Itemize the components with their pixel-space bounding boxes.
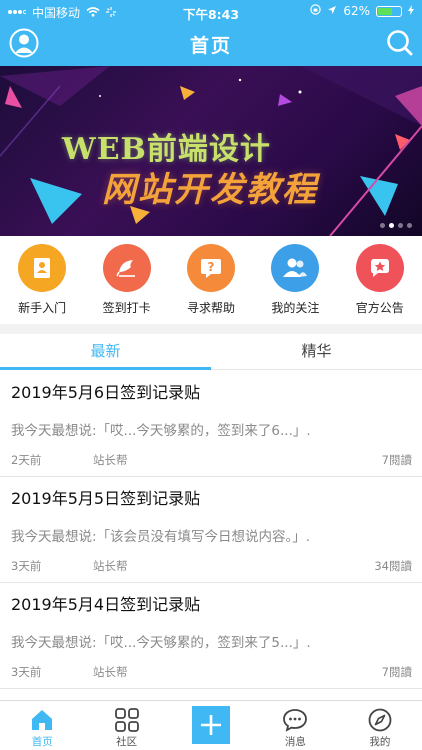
quick-nav-checkin[interactable]: 签到打卡 — [87, 244, 167, 324]
battery-percent: 62% — [343, 4, 370, 18]
post-time: 3天前 — [11, 559, 42, 573]
tabbar-home[interactable]: 首页 — [0, 701, 84, 750]
tab-latest[interactable]: 最新 — [0, 334, 211, 370]
post-title[interactable]: 2019年5月6日签到记录贴 — [11, 379, 412, 403]
tabbar-post[interactable] — [169, 701, 253, 750]
post-author: 站长帮 — [93, 453, 128, 467]
carousel-dot[interactable] — [407, 223, 412, 228]
post-views: 7閱讀 — [381, 665, 412, 679]
people-icon — [271, 244, 320, 292]
quick-nav-announcement[interactable]: 官方公告 — [340, 244, 420, 324]
nav-bar: 首页 — [0, 22, 422, 66]
post-time: 3天前 — [11, 665, 42, 679]
quick-nav-beginner[interactable]: 新手入门 — [2, 244, 82, 324]
svg-text:?: ? — [207, 260, 214, 274]
tabbar-mine[interactable]: 我的 — [338, 701, 422, 750]
tabbar-label: 消息 — [284, 736, 306, 748]
carousel-dot[interactable] — [380, 223, 385, 228]
section-divider — [0, 324, 422, 334]
chat-icon — [283, 709, 308, 732]
carousel-dot[interactable] — [389, 223, 394, 228]
post-excerpt: 我今天最想说:「哎...今天够累的，签到来了5...」. — [11, 635, 311, 651]
lock-rotation-icon — [310, 4, 322, 18]
status-bar: 中国移动 下午8:43 62% — [0, 0, 422, 22]
page-title: 首页 — [189, 35, 232, 57]
carousel-dot[interactable] — [398, 223, 403, 228]
plus-icon[interactable] — [192, 706, 231, 744]
star-icon — [355, 244, 404, 292]
post-item[interactable]: 2019年5月4日签到记录贴 我今天最想说:「哎...今天够累的，签到来了5..… — [0, 583, 422, 689]
banner-carousel[interactable]: WEB前端设计 网站开发教程 — [0, 66, 422, 236]
bottom-tab-bar: 首页 社区 消息 我的 — [0, 700, 422, 750]
post-views: 7閱讀 — [381, 453, 412, 467]
tabbar-label: 我的 — [369, 736, 391, 748]
pen-icon — [102, 244, 151, 292]
post-item[interactable]: 2019年5月6日签到记录贴 我今天最想说:「哎...今天够累的，签到来了6..… — [0, 371, 422, 477]
tabbar-label: 社区 — [116, 736, 138, 748]
compass-icon — [368, 708, 392, 732]
post-item[interactable]: 2019年5月5日签到记录贴 我今天最想说:「该会员没有填写今日想说内容。」. … — [0, 477, 422, 583]
book-icon — [18, 244, 67, 292]
grid-icon — [114, 708, 139, 732]
post-views: 34閱讀 — [374, 559, 412, 573]
post-tabs: 最新 精华 — [0, 334, 422, 370]
post-excerpt: 我今天最想说:「哎...今天够累的，签到来了6...」. — [11, 423, 311, 439]
post-author: 站长帮 — [93, 665, 128, 679]
post-title[interactable]: 2019年5月5日签到记录贴 — [11, 485, 412, 509]
post-excerpt: 我今天最想说:「该会员没有填写今日想说内容。」. — [11, 529, 311, 545]
quick-nav-label: 我的关注 — [271, 301, 320, 315]
search-icon[interactable] — [386, 28, 414, 58]
post-meta: 2天前 站长帮 7閱讀 — [11, 452, 412, 468]
home-icon — [32, 710, 53, 730]
tabbar-messages[interactable]: 消息 — [253, 701, 337, 750]
post-meta: 3天前 站长帮 34閱讀 — [11, 558, 412, 574]
post-author: 站长帮 — [93, 559, 128, 573]
charging-icon — [408, 4, 414, 18]
post-time: 2天前 — [11, 453, 42, 467]
quick-nav-label: 签到打卡 — [102, 301, 151, 315]
tab-featured[interactable]: 精华 — [211, 334, 422, 369]
battery-icon — [376, 5, 402, 17]
question-icon: ? — [186, 244, 235, 292]
post-list: 2019年5月6日签到记录贴 我今天最想说:「哎...今天够累的，签到来了6..… — [0, 371, 422, 689]
location-icon — [327, 4, 337, 18]
tabbar-community[interactable]: 社区 — [84, 701, 168, 750]
banner-title-line2: 网站开发教程 — [102, 170, 318, 210]
quick-nav-help[interactable]: ? 寻求帮助 — [171, 244, 251, 324]
post-meta: 3天前 站长帮 7閱讀 — [11, 664, 412, 680]
top-bar: 中国移动 下午8:43 62% 首页 — [0, 0, 422, 66]
quick-nav-following[interactable]: 我的关注 — [255, 244, 335, 324]
quick-nav: 新手入门 签到打卡 ? 寻求帮助 我的关注 官方公告 — [0, 236, 422, 324]
tabbar-label: 首页 — [31, 736, 53, 748]
quick-nav-label: 官方公告 — [355, 301, 404, 315]
quick-nav-label: 新手入门 — [18, 301, 67, 315]
quick-nav-label: 寻求帮助 — [186, 301, 235, 315]
post-title[interactable]: 2019年5月4日签到记录贴 — [11, 591, 412, 615]
carousel-dots — [380, 223, 412, 228]
